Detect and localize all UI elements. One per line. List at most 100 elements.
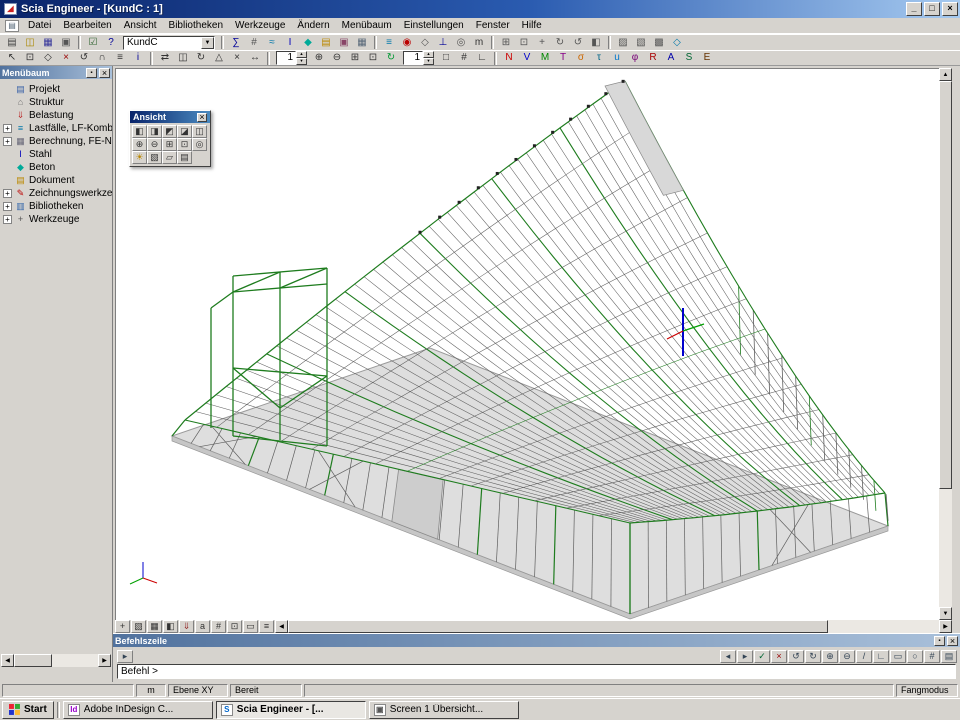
spin-down-icon[interactable]	[296, 58, 307, 65]
command-forward-icon[interactable]: ▸	[737, 650, 753, 663]
help-icon[interactable]: ?	[102, 35, 120, 50]
title-bar[interactable]: Scia Engineer - [KundC : 1]	[0, 0, 960, 18]
angle-icon[interactable]: ∟	[873, 650, 889, 663]
menu-datei[interactable]: Datei	[22, 19, 57, 32]
task-scia[interactable]: S Scia Engineer - [...	[216, 701, 366, 719]
result-v-icon[interactable]: V	[518, 51, 536, 66]
menu-bearbeiten[interactable]: Bearbeiten	[57, 19, 117, 32]
units-icon[interactable]: m	[470, 35, 488, 50]
step-spinner[interactable]: 1	[403, 51, 434, 65]
sidebar-item-werkzeuge[interactable]: + + Werkzeuge	[3, 213, 112, 226]
render-icon[interactable]: ▧	[147, 151, 162, 164]
axes-toggle-icon[interactable]: +	[115, 620, 130, 633]
scrollbar-thumb[interactable]	[14, 654, 52, 667]
ucs-icon[interactable]: ⊥	[434, 35, 452, 50]
ansicht-palette[interactable]: Ansicht ◧◨◩◪◫⊕⊖⊞⊡◎☀▧▱▤	[129, 110, 211, 167]
sidebar-item-belastung[interactable]: ⇓ Belastung	[3, 109, 112, 122]
sidebar-item-lastfaelle[interactable]: + ≡ Lastfälle, LF-Kombinatior	[3, 122, 112, 135]
document-icon[interactable]: ▤	[317, 35, 335, 50]
input-settings-icon[interactable]: ▤	[941, 650, 957, 663]
line-icon[interactable]: /	[856, 650, 872, 663]
ansicht-title-bar[interactable]: Ansicht	[130, 111, 210, 123]
properties-icon[interactable]: ≡	[111, 51, 129, 66]
clip-icon[interactable]: ▱	[162, 151, 177, 164]
result-phi-icon[interactable]: φ	[626, 51, 644, 66]
menu-bibliotheken[interactable]: Bibliotheken	[163, 19, 229, 32]
zoom-out-icon[interactable]: ⊖	[328, 51, 346, 66]
close-icon[interactable]	[197, 113, 207, 122]
measure-icon[interactable]: ↔	[246, 51, 264, 66]
close-icon[interactable]	[99, 68, 110, 78]
zoom-window-icon[interactable]: ⊞	[162, 138, 177, 151]
scroll-right-icon[interactable]	[939, 620, 952, 633]
snap-settings-icon[interactable]: #	[924, 650, 940, 663]
clip-box-icon[interactable]: ⊡	[227, 620, 242, 633]
sidebar-item-zeichnungswerkzeuge[interactable]: + ✎ Zeichnungswerkzeuge	[3, 187, 112, 200]
steel-check-icon[interactable]: I	[281, 35, 299, 50]
scrollbar-thumb[interactable]	[288, 620, 828, 633]
deselect-icon[interactable]: ×	[57, 51, 75, 66]
status-snap-mode[interactable]: Fangmodus	[896, 684, 958, 697]
horizontal-scrollbar[interactable]	[275, 620, 952, 633]
sidebar-item-stahl[interactable]: I Stahl	[3, 148, 112, 161]
layers-icon[interactable]: ≡	[380, 35, 398, 50]
loads-display-icon[interactable]: ⇓	[179, 620, 194, 633]
view-axo-icon[interactable]: ◪	[177, 125, 192, 138]
scroll-left-icon[interactable]	[1, 654, 14, 667]
print-icon[interactable]: ▣	[57, 35, 75, 50]
result-e-icon[interactable]: E	[698, 51, 716, 66]
concrete-check-icon[interactable]: ◆	[299, 35, 317, 50]
cancel-icon[interactable]: ×	[771, 650, 787, 663]
sidebar-item-bibliotheken[interactable]: + ▥ Bibliotheken	[3, 200, 112, 213]
scale-spinner[interactable]: 1	[276, 51, 307, 65]
select-rect-icon[interactable]: ⊡	[21, 51, 39, 66]
move-icon[interactable]: ⇄	[156, 51, 174, 66]
menu-einstellungen[interactable]: Einstellungen	[398, 19, 470, 32]
maximize-button[interactable]	[924, 2, 940, 16]
expand-icon[interactable]: +	[3, 189, 12, 198]
zoom-in-icon[interactable]: ⊕	[132, 138, 147, 151]
spin-down-icon[interactable]	[423, 58, 434, 65]
wireframe-icon[interactable]: ▨	[614, 35, 632, 50]
menu-menuebaum[interactable]: Menübaum	[336, 19, 398, 32]
sidebar-horizontal-scrollbar[interactable]	[1, 654, 111, 667]
expand-icon[interactable]: +	[3, 215, 12, 224]
light-icon[interactable]: ☀	[132, 151, 147, 164]
menu-hilfe[interactable]: Hilfe	[516, 19, 548, 32]
menu-tree-title-bar[interactable]: Menübaum	[0, 66, 112, 79]
zoom-in-icon[interactable]: ⊕	[822, 650, 838, 663]
view-front-icon[interactable]: ◧	[132, 125, 147, 138]
view-settings-icon[interactable]: ▤	[177, 151, 192, 164]
open-icon[interactable]: ◫	[21, 35, 39, 50]
expand-icon[interactable]: +	[3, 124, 12, 133]
delete-icon[interactable]: ×	[228, 51, 246, 66]
new-icon[interactable]: ▤	[3, 35, 21, 50]
select-icon[interactable]: ↖	[3, 51, 21, 66]
activity-icon[interactable]: ◉	[398, 35, 416, 50]
calculator-icon[interactable]: ∑	[227, 35, 245, 50]
perspective-icon[interactable]: ◇	[668, 35, 686, 50]
menu-fenster[interactable]: Fenster	[470, 19, 516, 32]
table-results-icon[interactable]: ▦	[353, 35, 371, 50]
scroll-down-icon[interactable]	[939, 607, 952, 620]
close-button[interactable]	[942, 2, 958, 16]
copy-icon[interactable]: ◫	[174, 51, 192, 66]
view-top-icon[interactable]: ◩	[162, 125, 177, 138]
scroll-right-icon[interactable]	[98, 654, 111, 667]
view-perspective-icon[interactable]: ◫	[192, 125, 207, 138]
zoom-window-icon[interactable]: ⊞	[497, 35, 515, 50]
view-side-icon[interactable]: ◨	[147, 125, 162, 138]
select-poly-icon[interactable]: ◇	[39, 51, 57, 66]
numbering-icon[interactable]: #	[211, 620, 226, 633]
minimize-button[interactable]	[906, 2, 922, 16]
combo-dropdown-icon[interactable]	[201, 37, 214, 49]
redraw-icon[interactable]: ↻	[382, 51, 400, 66]
rotate-view-icon[interactable]: ↻	[551, 35, 569, 50]
result-a-icon[interactable]: A	[662, 51, 680, 66]
task-screen[interactable]: ▣ Screen 1 Übersicht...	[369, 701, 519, 719]
zoom-all-icon[interactable]: ⊡	[177, 138, 192, 151]
hidden-lines-icon[interactable]: ▧	[632, 35, 650, 50]
status-plane[interactable]: Ebene XY	[168, 684, 228, 697]
named-views-icon[interactable]: ◧	[587, 35, 605, 50]
rotate-icon[interactable]: ↻	[192, 51, 210, 66]
